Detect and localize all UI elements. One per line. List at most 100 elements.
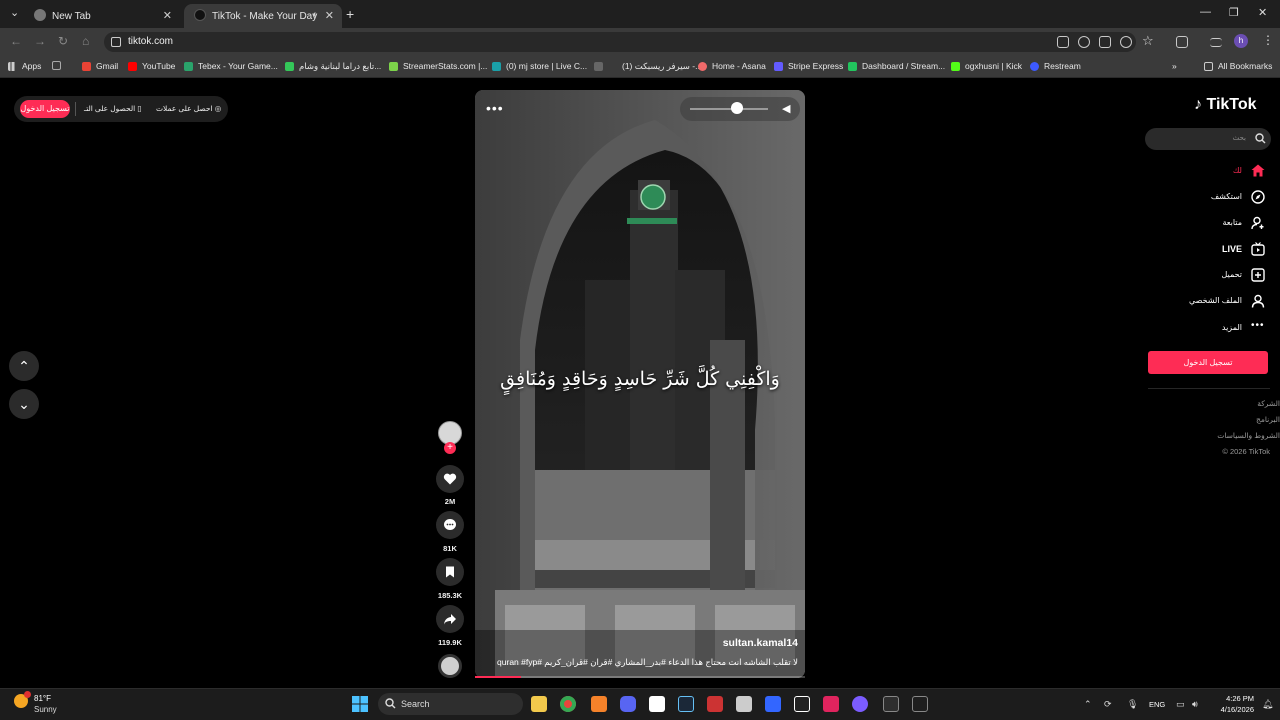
- bookmark-apps[interactable]: Apps: [8, 61, 41, 71]
- upload-icon[interactable]: [1251, 268, 1265, 282]
- nav-more[interactable]: المزيد: [1222, 323, 1242, 332]
- follow-plus-icon[interactable]: +: [444, 442, 456, 454]
- live-icon[interactable]: [1251, 242, 1265, 256]
- chrome-icon[interactable]: [560, 696, 576, 712]
- clock-date[interactable]: 4/16/2026: [1210, 705, 1254, 714]
- sync-icon[interactable]: ⟳: [1104, 699, 1112, 710]
- tray-overflow-icon[interactable]: ⌃: [1084, 699, 1092, 710]
- save-button[interactable]: [436, 558, 464, 586]
- weather-temperature[interactable]: 81°F: [34, 694, 51, 703]
- nav-following[interactable]: متابعة: [1222, 218, 1242, 227]
- bookmark-gmail[interactable]: Gmail: [82, 61, 118, 71]
- bookmark-drama[interactable]: تابع دراما لبنانية وشام...: [285, 61, 381, 72]
- video-progress-track[interactable]: [475, 676, 805, 678]
- footer-terms[interactable]: الشروط والسياسات: [1200, 431, 1280, 440]
- bookmark-youtube[interactable]: YouTube: [128, 61, 175, 71]
- tab-new-tab[interactable]: New Tab ✕: [24, 4, 180, 28]
- volume-icon[interactable]: 🔊︎: [1192, 699, 1198, 710]
- close-icon[interactable]: ✕: [325, 9, 334, 22]
- volume-slider-knob[interactable]: [731, 102, 743, 114]
- forward-arrow-icon[interactable]: →: [34, 34, 46, 48]
- profile-avatar[interactable]: h: [1234, 34, 1248, 48]
- zoom-icon[interactable]: [1078, 36, 1090, 48]
- video-more-icon[interactable]: •••: [486, 100, 504, 116]
- app-x-icon[interactable]: [883, 696, 899, 712]
- bookmark-stripe[interactable]: Stripe Express: [774, 61, 843, 71]
- sidebar-login-button[interactable]: تسجيل الدخول: [1148, 351, 1268, 374]
- all-bookmarks[interactable]: All Bookmarks: [1204, 61, 1272, 71]
- get-coins-button[interactable]: احصل على عملات ◎: [156, 104, 221, 113]
- footer-program[interactable]: البرنامج: [1200, 415, 1280, 424]
- settings-icon[interactable]: [736, 696, 752, 712]
- bookmark-tebex[interactable]: Tebex - Your Game...: [184, 61, 278, 71]
- nav-explore[interactable]: استكشف: [1211, 192, 1242, 201]
- tab-tiktok[interactable]: TikTok - Make Your Day 🔈︎ ✕: [184, 4, 342, 28]
- tiktok-logo[interactable]: ♪ TikTok: [1194, 96, 1257, 114]
- bookmark-asana[interactable]: Home - Asana: [698, 61, 766, 71]
- language-indicator[interactable]: ENG: [1149, 700, 1165, 709]
- minimize-button[interactable]: —: [1200, 6, 1211, 18]
- notification-bell-icon[interactable]: 🔔︎: [1262, 699, 1273, 710]
- translate-icon[interactable]: [1057, 36, 1069, 48]
- notion-icon[interactable]: [649, 696, 665, 712]
- bookmark-restream[interactable]: Restream: [1030, 61, 1081, 71]
- footer-company[interactable]: الشركة: [1200, 399, 1280, 408]
- back-arrow-icon[interactable]: ←: [10, 34, 22, 48]
- speaker-icon[interactable]: ◀︎: [782, 102, 790, 115]
- bookmark-star-icon[interactable]: ☆: [1142, 33, 1154, 49]
- nav-profile[interactable]: الملف الشخصي: [1189, 296, 1242, 305]
- bookmark-mj-store[interactable]: (0) mj store | Live C...: [492, 61, 587, 71]
- bookmarks-overflow-icon[interactable]: »: [1172, 61, 1177, 71]
- address-bar[interactable]: [104, 32, 1136, 52]
- close-icon[interactable]: ✕: [163, 9, 172, 22]
- bookmark-dashboard[interactable]: Dashboard / Stream...: [848, 61, 945, 71]
- bookmark-streamerstats[interactable]: StreamerStats.com |...: [389, 61, 487, 71]
- user-plus-icon[interactable]: [1251, 216, 1265, 230]
- capcut-icon[interactable]: [794, 696, 810, 712]
- nav-live[interactable]: LIVE: [1222, 244, 1242, 254]
- site-info-icon[interactable]: [111, 37, 121, 47]
- file-explorer-icon[interactable]: [531, 696, 547, 712]
- network-icon[interactable]: ▭: [1176, 699, 1185, 710]
- microphone-icon[interactable]: 🎙︎: [1127, 699, 1138, 710]
- chrome-menu-icon[interactable]: ⋮: [1262, 33, 1274, 47]
- restore-button[interactable]: ❐: [1229, 6, 1239, 19]
- search-icon[interactable]: [1255, 133, 1266, 144]
- discord-icon[interactable]: [620, 696, 636, 712]
- app-ball-icon[interactable]: [852, 696, 868, 712]
- reading-list-icon[interactable]: [1210, 38, 1222, 47]
- app-icon[interactable]: [707, 696, 723, 712]
- extensions-icon[interactable]: [1176, 36, 1188, 48]
- more-icon[interactable]: •••: [1251, 320, 1265, 331]
- eye-slash-icon[interactable]: [1120, 36, 1132, 48]
- speaker-icon[interactable]: 🔈︎: [313, 9, 318, 20]
- nav-upload[interactable]: تحميل: [1222, 270, 1243, 279]
- new-tab-button[interactable]: +: [346, 6, 354, 22]
- next-video-button[interactable]: ⌄: [9, 389, 39, 419]
- share-button[interactable]: [436, 605, 464, 633]
- bookmark-grid[interactable]: [52, 61, 66, 70]
- compass-icon[interactable]: [1251, 190, 1265, 204]
- terminal-icon[interactable]: [912, 696, 928, 712]
- get-app-button[interactable]: الحصول على التـ ▯: [84, 104, 141, 113]
- home-icon[interactable]: ⌂: [82, 34, 89, 48]
- app-a-icon[interactable]: [823, 696, 839, 712]
- cast-icon[interactable]: [1099, 36, 1111, 48]
- bookmark-server[interactable]: (1) سيرفر ريسبكت -...: [594, 61, 702, 72]
- bookmark-kick[interactable]: ogxhusni | Kick: [951, 61, 1022, 71]
- tab-search-chevron-icon[interactable]: ⌄: [10, 6, 19, 19]
- login-button[interactable]: تسجيل الدخول: [20, 100, 70, 118]
- visual-studio-icon[interactable]: [765, 696, 781, 712]
- url-text[interactable]: tiktok.com: [128, 36, 173, 47]
- reload-icon[interactable]: ↻: [58, 34, 68, 48]
- weather-description[interactable]: Sunny: [34, 705, 57, 714]
- music-disc-icon[interactable]: [438, 654, 462, 678]
- previous-video-button[interactable]: ⌃: [9, 351, 39, 381]
- clock-time[interactable]: 4:26 PM: [1218, 694, 1254, 703]
- video-caption[interactable]: لا تقلب الشاشه انت محتاج هذا الدعاء #بدر…: [482, 657, 798, 668]
- xampp-icon[interactable]: [591, 696, 607, 712]
- close-window-button[interactable]: ✕: [1258, 6, 1267, 19]
- comment-button[interactable]: [436, 511, 464, 539]
- windows-start-icon[interactable]: [352, 696, 368, 712]
- taskbar-search[interactable]: [378, 693, 523, 715]
